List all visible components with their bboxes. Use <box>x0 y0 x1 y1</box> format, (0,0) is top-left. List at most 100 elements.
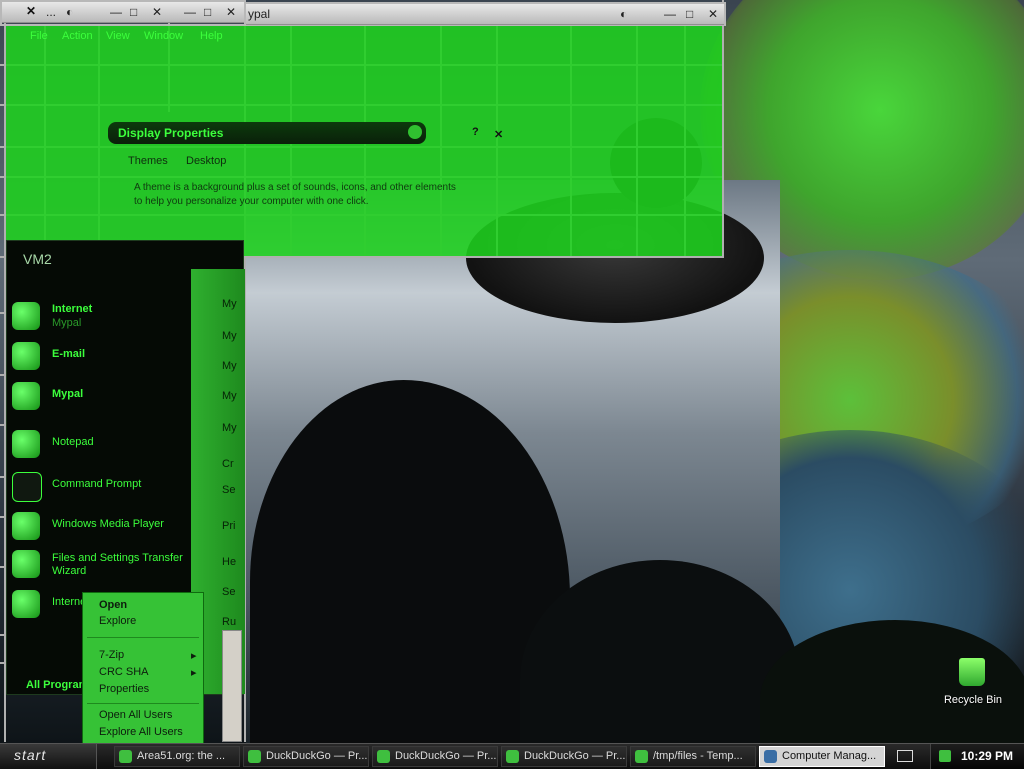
taskbar-button[interactable]: Area51.org: the ... <box>114 746 240 767</box>
right-item[interactable]: My <box>222 390 237 402</box>
display-properties-titlebar[interactable]: Display Properties <box>108 122 426 144</box>
chevron-right-icon: ▸ <box>191 667 197 679</box>
start-button-label: start <box>14 747 47 763</box>
start-item-internet[interactable]: Internet Mypal <box>6 298 196 334</box>
taskbar-button[interactable]: DuckDuckGo — Pr... <box>501 746 627 767</box>
close-icon[interactable]: ✕ <box>26 4 36 18</box>
menu-window[interactable]: Window <box>144 30 183 42</box>
menu-file[interactable]: File <box>30 30 48 42</box>
display-description-line1: A theme is a background plus a set of so… <box>134 182 456 193</box>
start-item-label: Files and Settings Transfer Wizard <box>52 552 183 577</box>
mypal-window-titlebar[interactable]: ypal ◐ — □ ✕ <box>246 4 724 25</box>
start-item-media-player[interactable]: Windows Media Player <box>6 508 196 544</box>
right-item[interactable]: Se <box>222 484 235 496</box>
taskbar-button-label: Area51.org: the ... <box>137 750 226 762</box>
right-item[interactable]: My <box>222 298 237 310</box>
tab-desktop[interactable]: Desktop <box>186 155 226 167</box>
start-item-label: Command Prompt <box>52 478 142 490</box>
start-item-email[interactable]: E-mail <box>6 338 196 374</box>
maximize-icon[interactable]: □ <box>686 7 693 21</box>
mypal-window: ypal ◐ — □ ✕ <box>244 2 726 26</box>
right-item[interactable]: Se <box>222 586 235 598</box>
help-icon[interactable]: ? <box>472 126 479 138</box>
start-item-label: Mypal <box>52 388 84 400</box>
app-icon <box>506 750 519 763</box>
app-icon <box>119 750 132 763</box>
context-item-explore[interactable]: Explore <box>99 615 136 627</box>
start-button[interactable]: start <box>0 744 97 769</box>
start-item-sublabel: Mypal <box>52 317 82 329</box>
close-icon[interactable]: ✕ <box>152 5 162 19</box>
right-item[interactable]: My <box>222 422 237 434</box>
context-item-open[interactable]: Open <box>99 599 127 611</box>
right-item[interactable]: My <box>222 360 237 372</box>
help-icon[interactable]: ◐ <box>66 5 73 19</box>
help-icon[interactable] <box>408 125 422 139</box>
context-item-explore-all-users[interactable]: Explore All Users <box>99 726 183 738</box>
display-description-line2: to help you personalize your computer wi… <box>134 196 369 207</box>
close-icon[interactable]: ✕ <box>226 5 236 19</box>
close-icon[interactable]: ✕ <box>494 128 503 141</box>
back-window-titlebar[interactable]: ... ✕ ◐ — □ ✕ — □ ✕ <box>2 2 244 23</box>
maximize-icon[interactable]: □ <box>130 5 137 19</box>
taskbar-button-label: DuckDuckGo — Pr... <box>524 750 626 762</box>
mypal-window-title: ypal <box>248 7 271 21</box>
start-item-mypal[interactable]: Mypal <box>6 378 196 414</box>
minimize-icon[interactable]: — <box>184 5 196 19</box>
menu-view[interactable]: View <box>106 30 130 42</box>
internet-explorer-icon <box>12 590 40 618</box>
context-separator <box>87 703 199 704</box>
internet-icon <box>12 302 40 330</box>
mypal-icon <box>12 382 40 410</box>
menu-action[interactable]: Action <box>62 30 93 42</box>
right-item[interactable]: Cr <box>222 458 234 470</box>
help-icon[interactable]: ◐ <box>620 7 627 21</box>
close-icon[interactable]: ✕ <box>708 7 718 21</box>
taskbar-button-label: /tmp/files - Temp... <box>653 750 743 762</box>
taskbar-button-active[interactable]: Computer Manag... <box>759 746 885 767</box>
window-border-line <box>722 0 724 258</box>
taskbar-button-label: Computer Manag... <box>782 750 877 762</box>
right-item[interactable]: My <box>222 330 237 342</box>
minimize-icon[interactable]: — <box>110 5 122 19</box>
computer-management-icon <box>764 750 777 763</box>
start-item-command-prompt[interactable]: Command Prompt <box>6 468 196 504</box>
app-icon <box>635 750 648 763</box>
files-transfer-icon <box>12 550 40 578</box>
right-item[interactable]: He <box>222 556 236 568</box>
tab-themes[interactable]: Themes <box>128 155 168 167</box>
notepad-icon <box>12 430 40 458</box>
maximize-icon[interactable]: □ <box>204 5 211 19</box>
menu-help[interactable]: Help <box>200 30 223 42</box>
taskbar-button[interactable]: DuckDuckGo — Pr... <box>372 746 498 767</box>
recycle-bin-icon <box>959 658 985 686</box>
context-separator <box>87 637 199 638</box>
context-item-crc-sha[interactable]: CRC SHA <box>99 666 149 678</box>
keyboard-icon[interactable] <box>897 750 913 762</box>
right-item[interactable]: Pri <box>222 520 235 532</box>
context-item-properties[interactable]: Properties <box>99 683 149 695</box>
scrollbar[interactable] <box>222 630 242 742</box>
taskbar-button[interactable]: DuckDuckGo — Pr... <box>243 746 369 767</box>
start-item-label: Notepad <box>52 436 94 448</box>
right-item[interactable]: Ru <box>222 616 236 628</box>
back-window: ... ✕ ◐ — □ ✕ — □ ✕ <box>0 0 246 26</box>
email-icon <box>12 342 40 370</box>
context-menu: Open Explore 7-Zip ▸ CRC SHA ▸ Propertie… <box>82 592 204 744</box>
minimize-icon[interactable]: — <box>664 7 676 21</box>
command-prompt-icon <box>12 472 42 502</box>
taskbar-button-label: DuckDuckGo — Pr... <box>266 750 368 762</box>
taskbar-button-label: DuckDuckGo — Pr... <box>395 750 497 762</box>
recycle-bin[interactable]: Recycle Bin <box>940 656 1006 712</box>
start-item-notepad[interactable]: Notepad <box>6 426 196 462</box>
clock[interactable]: 10:29 PM <box>961 749 1013 763</box>
media-player-icon <box>12 512 40 540</box>
app-icon <box>377 750 390 763</box>
back-window-title: ... <box>46 5 57 19</box>
start-item-files-transfer[interactable]: Files and Settings Transfer Wizard <box>6 546 196 580</box>
context-item-7zip[interactable]: 7-Zip <box>99 649 124 661</box>
tray-app-icon[interactable] <box>939 750 951 762</box>
system-tray: 10:29 PM <box>930 744 1024 769</box>
context-item-open-all-users[interactable]: Open All Users <box>99 709 172 721</box>
taskbar-button[interactable]: /tmp/files - Temp... <box>630 746 756 767</box>
